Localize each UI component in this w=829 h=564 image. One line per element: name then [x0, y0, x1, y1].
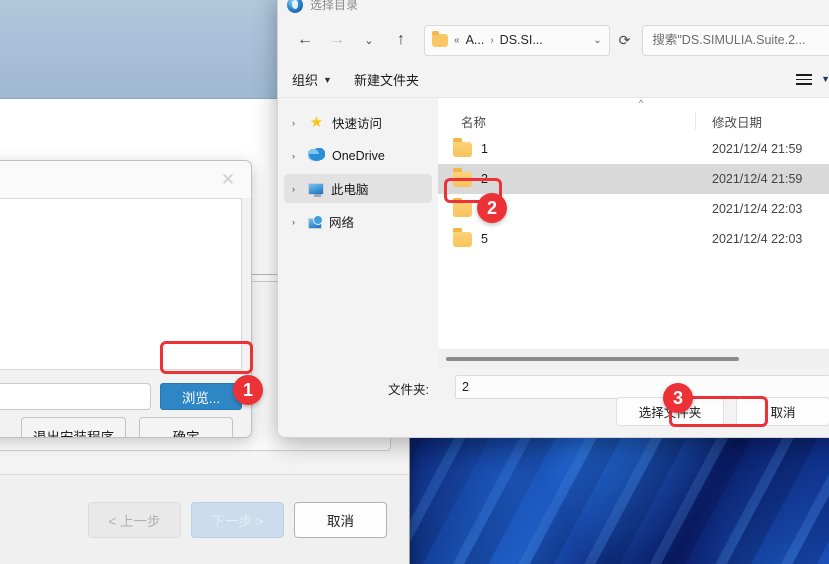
- folder-icon: [432, 30, 448, 47]
- sidebar-item-network[interactable]: › 网络: [284, 207, 432, 236]
- directory-input-dialog: ✕ 其目录路径。 浏览... 退出安装程序 确定: [0, 160, 252, 438]
- folder-icon: [453, 228, 472, 247]
- table-row[interactable]: 2 2021/12/4 21:59: [438, 164, 829, 194]
- exit-setup-button[interactable]: 退出安装程序: [21, 417, 126, 437]
- file-date-cell: 2021/12/4 21:59: [712, 142, 803, 156]
- star-icon: ★: [309, 114, 324, 131]
- back-icon[interactable]: ←: [290, 25, 320, 55]
- sidebar-item-onedrive[interactable]: › OneDrive: [284, 141, 432, 170]
- cloud-icon: [308, 148, 325, 163]
- chevron-right-icon[interactable]: ›: [292, 118, 301, 128]
- folder-name-label: 文件夹:: [388, 383, 429, 397]
- breadcrumb-overflow[interactable]: «: [454, 35, 460, 46]
- sidebar-item-label: 网络: [329, 216, 355, 230]
- annotation-badge-2: 2: [477, 193, 507, 223]
- sort-ascending-icon: ^: [638, 98, 644, 108]
- folder-icon: [453, 198, 472, 217]
- file-date-cell: 2021/12/4 21:59: [712, 172, 803, 186]
- sidebar-item-label: 此电脑: [331, 183, 369, 197]
- file-name-cell: 1: [438, 138, 696, 157]
- table-row[interactable]: 5 2021/12/4 22:03: [438, 224, 829, 254]
- sidebar-item-quick-access[interactable]: › ★ 快速访问: [284, 108, 432, 137]
- directory-dialog-message: 其目录路径。: [0, 210, 229, 230]
- picker-toolbar: 组织 ▼ 新建文件夹 ▼: [278, 62, 829, 98]
- navigation-tree: › ★ 快速访问 › OneDrive › 此电脑 › 网络: [278, 98, 438, 368]
- forward-icon[interactable]: →: [322, 25, 352, 55]
- organize-label: 组织: [292, 73, 319, 88]
- folder-icon: [453, 138, 472, 157]
- file-name-label: 1: [481, 142, 488, 156]
- directory-dialog-titlebar: ✕: [0, 161, 251, 198]
- picker-title: 选择目录: [310, 0, 359, 12]
- chevron-right-icon[interactable]: ›: [292, 151, 301, 161]
- file-date-cell: 2021/12/4 22:03: [712, 202, 803, 216]
- this-pc-icon: [308, 182, 324, 197]
- sidebar-item-label: 快速访问: [332, 117, 383, 131]
- search-input[interactable]: [652, 33, 823, 47]
- picker-main-area: › ★ 快速访问 › OneDrive › 此电脑 › 网络 ^ 名称 修改日期…: [278, 98, 829, 368]
- picker-titlebar: 选择目录: [278, 0, 829, 18]
- file-name-cell: 2: [438, 168, 696, 187]
- toolbar-right-group: ▼: [796, 74, 829, 85]
- wizard-next-button[interactable]: 下一步 >: [191, 501, 284, 538]
- sidebar-item-this-pc[interactable]: › 此电脑: [284, 174, 432, 203]
- folder-picker-dialog: 选择目录 ← → ⌄ ↑ « A... › DS.SI... ⌄ ⟳ 组织 ▼ …: [277, 0, 829, 438]
- wizard-back-button[interactable]: < 上一步: [88, 501, 181, 538]
- wizard-cancel-button[interactable]: 取消: [294, 501, 387, 538]
- organize-button[interactable]: 组织 ▼: [292, 70, 332, 89]
- file-list: ^ 名称 修改日期 1 2021/12/4 21:59 2 2021/12/4 …: [438, 98, 829, 368]
- horizontal-scrollbar[interactable]: [438, 349, 829, 368]
- breadcrumb-segment-1[interactable]: DS.SI...: [500, 33, 543, 47]
- file-date-cell: 2021/12/4 22:03: [712, 232, 803, 246]
- picker-action-buttons: 选择文件夹 取消: [616, 397, 829, 426]
- file-name-cell: 5: [438, 228, 696, 247]
- app-globe-icon: [287, 0, 303, 13]
- chevron-right-icon[interactable]: ›: [292, 217, 301, 227]
- column-header-name[interactable]: 名称: [438, 112, 696, 130]
- up-icon[interactable]: ↑: [386, 25, 416, 55]
- refresh-icon[interactable]: ⟳: [619, 32, 631, 49]
- browse-button[interactable]: 浏览...: [160, 383, 242, 410]
- close-icon[interactable]: ✕: [211, 166, 245, 194]
- chevron-down-icon[interactable]: ⌄: [593, 35, 601, 46]
- file-name-label: 2: [481, 172, 488, 186]
- chevron-down-icon[interactable]: ▼: [821, 74, 829, 84]
- chevron-right-icon[interactable]: ›: [292, 184, 301, 194]
- annotation-badge-3: 3: [663, 383, 693, 413]
- directory-dialog-body: 其目录路径。: [0, 198, 242, 370]
- table-row[interactable]: 1 2021/12/4 21:59: [438, 134, 829, 164]
- scrollbar-thumb[interactable]: [446, 357, 739, 361]
- column-header-date[interactable]: 修改日期: [696, 112, 762, 131]
- file-list-header: 名称 修改日期: [438, 108, 829, 134]
- breadcrumb-separator: ›: [490, 34, 494, 46]
- search-box[interactable]: [642, 24, 829, 56]
- picker-navigation-bar: ← → ⌄ ↑ « A... › DS.SI... ⌄ ⟳: [278, 18, 829, 62]
- folder-name-input[interactable]: [455, 375, 829, 399]
- address-bar[interactable]: « A... › DS.SI... ⌄: [424, 24, 610, 56]
- cancel-picker-button[interactable]: 取消: [736, 397, 829, 426]
- annotation-badge-1: 1: [233, 375, 263, 405]
- directory-dialog-actions: 退出安装程序 确定: [0, 417, 251, 437]
- ok-button[interactable]: 确定: [139, 417, 233, 437]
- new-folder-button[interactable]: 新建文件夹: [354, 70, 419, 89]
- file-name-label: 5: [481, 232, 488, 246]
- chevron-down-icon: ▼: [323, 74, 332, 85]
- breadcrumb-segment-0[interactable]: A...: [466, 33, 485, 47]
- sidebar-item-label: OneDrive: [332, 148, 385, 163]
- network-icon: [308, 214, 323, 229]
- picker-bottom-bar: 文件夹: 选择文件夹 取消: [278, 368, 829, 436]
- directory-path-row: 浏览...: [0, 383, 242, 410]
- directory-path-input[interactable]: [0, 383, 151, 410]
- wizard-footer: < 上一步 下一步 > 取消: [0, 474, 409, 564]
- recent-locations-icon[interactable]: ⌄: [354, 25, 384, 55]
- folder-icon: [453, 168, 472, 187]
- view-list-icon[interactable]: [796, 74, 813, 85]
